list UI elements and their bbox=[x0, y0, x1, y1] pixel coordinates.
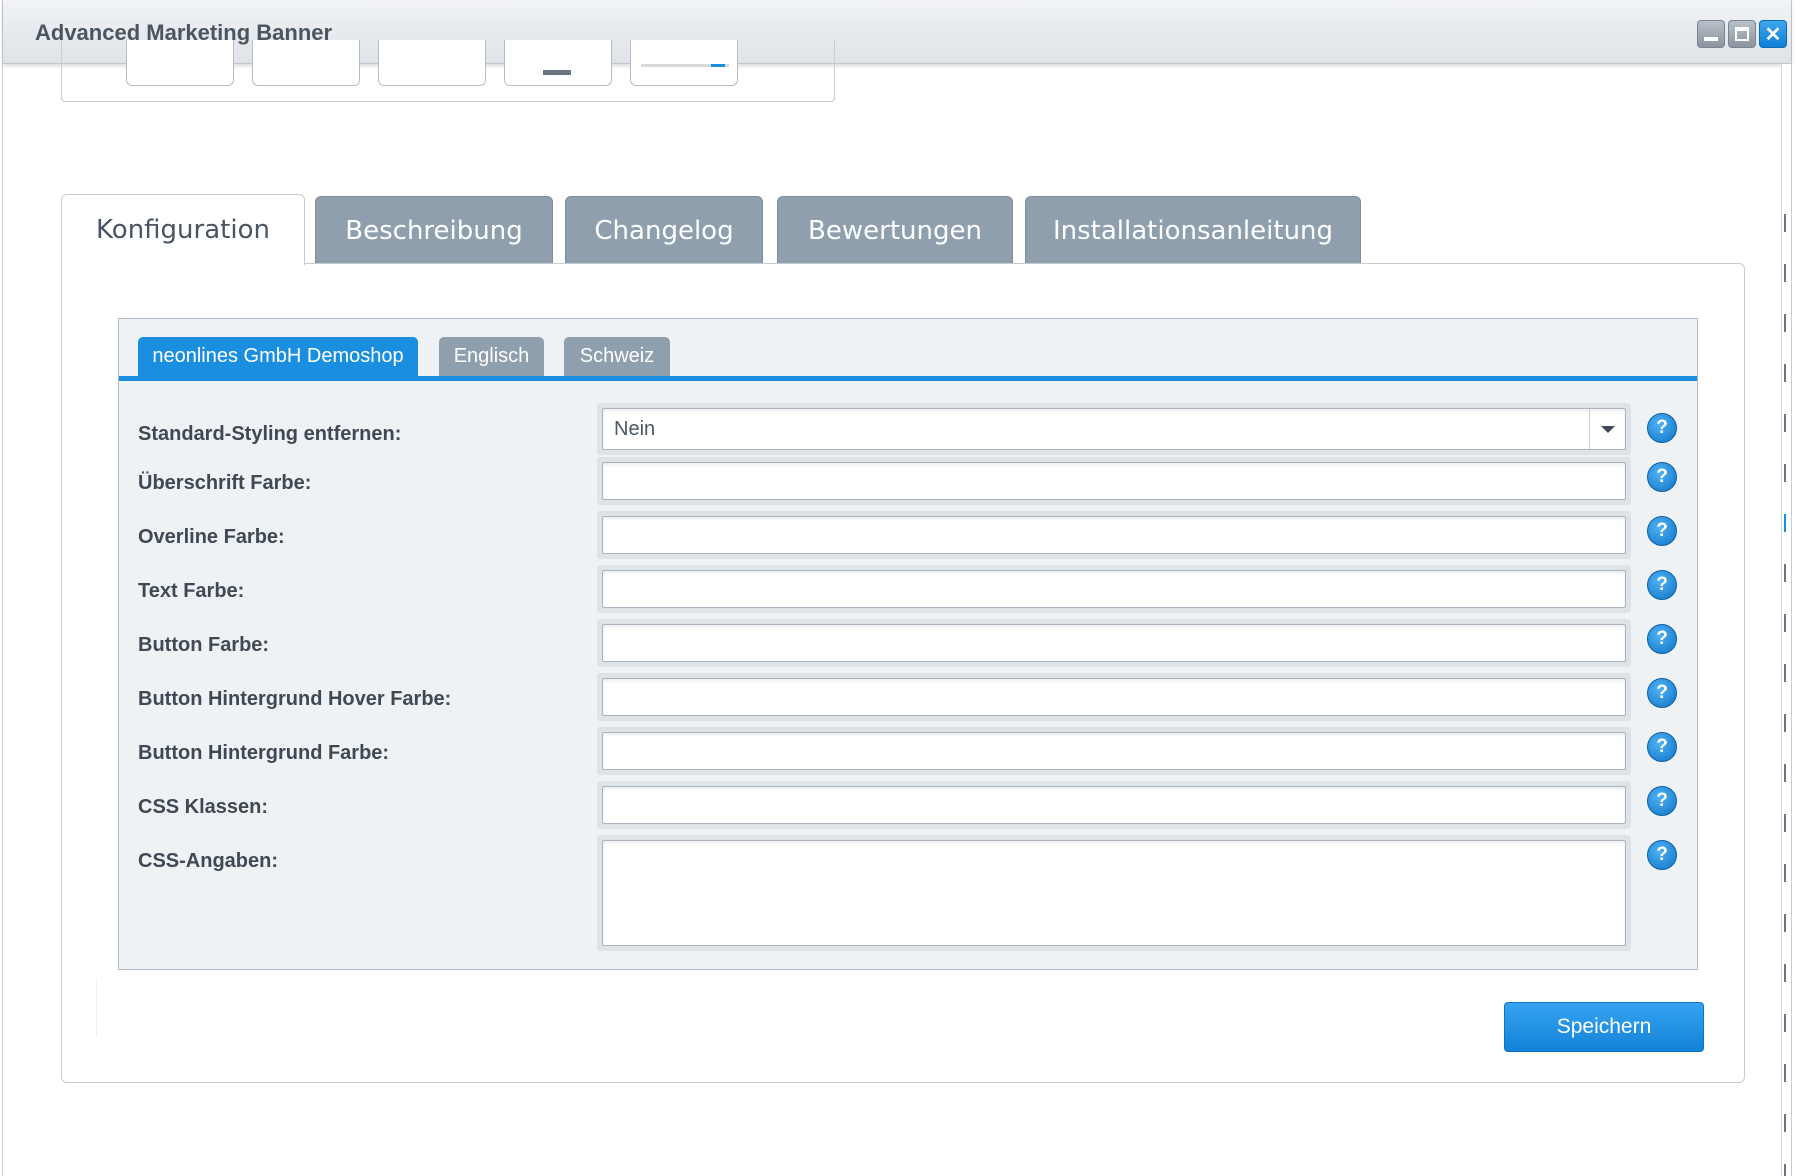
preview-thumbnail[interactable] bbox=[630, 40, 738, 86]
button-farbe-input[interactable] bbox=[602, 624, 1626, 662]
help-icon[interactable]: ? bbox=[1647, 678, 1677, 708]
config-content-panel: neonlines GmbH Demoshop Englisch Schweiz… bbox=[61, 263, 1745, 1083]
field-label: Button Hintergrund Farbe: bbox=[138, 742, 390, 764]
window-controls: ✕ bbox=[1697, 20, 1787, 48]
field-label: Standard-Styling entfernen: bbox=[138, 423, 402, 445]
overline-farbe-input[interactable] bbox=[602, 516, 1626, 554]
tab-bewertungen[interactable]: Bewertungen bbox=[777, 196, 1013, 264]
input-wrapper bbox=[597, 511, 1631, 559]
help-icon[interactable]: ? bbox=[1647, 516, 1677, 546]
shop-tab-label: neonlines GmbH Demoshop bbox=[152, 345, 404, 367]
minimize-icon[interactable] bbox=[1697, 20, 1725, 48]
text-farbe-input[interactable] bbox=[602, 570, 1626, 608]
maximize-icon[interactable] bbox=[1728, 20, 1756, 48]
preview-thumbnail[interactable] bbox=[252, 40, 360, 86]
background-page-edge bbox=[1781, 64, 1791, 1176]
shop-tab-label: Schweiz bbox=[579, 345, 655, 367]
shop-tab-demoshop[interactable]: neonlines GmbH Demoshop bbox=[138, 337, 418, 376]
help-icon[interactable]: ? bbox=[1647, 624, 1677, 654]
save-bar bbox=[96, 978, 1726, 1036]
button-hintergrund-hover-farbe-input[interactable] bbox=[602, 678, 1626, 716]
field-label: CSS Klassen: bbox=[138, 796, 269, 818]
tab-label: Konfiguration bbox=[96, 215, 270, 245]
field-label: Überschrift Farbe: bbox=[138, 472, 312, 494]
help-icon[interactable]: ? bbox=[1647, 840, 1677, 870]
tab-label: Beschreibung bbox=[345, 215, 523, 246]
tab-label: Changelog bbox=[594, 215, 734, 246]
input-wrapper bbox=[597, 727, 1631, 775]
input-wrapper bbox=[597, 565, 1631, 613]
input-wrapper bbox=[597, 781, 1631, 829]
preview-thumbnail[interactable] bbox=[504, 40, 612, 86]
input-wrapper bbox=[597, 457, 1631, 505]
help-icon[interactable]: ? bbox=[1647, 570, 1677, 600]
field-label: Text Farbe: bbox=[138, 580, 245, 602]
tab-changelog[interactable]: Changelog bbox=[565, 196, 763, 264]
tab-label: Installationsanleitung bbox=[1052, 215, 1334, 246]
tab-installationsanleitung[interactable]: Installationsanleitung bbox=[1025, 196, 1361, 264]
shop-tab-englisch[interactable]: Englisch bbox=[439, 337, 544, 376]
help-icon[interactable]: ? bbox=[1647, 786, 1677, 816]
textarea-wrapper bbox=[597, 835, 1631, 951]
chevron-down-icon[interactable] bbox=[1589, 409, 1625, 449]
shop-tab-label: Englisch bbox=[453, 345, 530, 367]
field-label: Button Hintergrund Hover Farbe: bbox=[138, 688, 452, 710]
select-wrapper: Nein bbox=[597, 403, 1631, 455]
preview-thumbnail[interactable] bbox=[126, 40, 234, 86]
help-icon[interactable]: ? bbox=[1647, 462, 1677, 492]
field-label: CSS-Angaben: bbox=[138, 850, 278, 872]
input-wrapper bbox=[597, 673, 1631, 721]
field-label: Overline Farbe: bbox=[138, 526, 285, 548]
plugin-window: Advanced Marketing Banner ✕ Konfiguratio… bbox=[2, 0, 1792, 1176]
save-button[interactable]: Speichern bbox=[1504, 1002, 1704, 1052]
tab-konfiguration[interactable]: Konfiguration bbox=[61, 194, 305, 265]
css-angaben-textarea[interactable] bbox=[602, 840, 1626, 946]
close-icon[interactable]: ✕ bbox=[1759, 20, 1787, 48]
field-label: Button Farbe: bbox=[138, 634, 270, 656]
banner-preview-panel bbox=[61, 40, 835, 102]
input-wrapper bbox=[597, 619, 1631, 667]
help-icon[interactable]: ? bbox=[1647, 732, 1677, 762]
button-hintergrund-farbe-input[interactable] bbox=[602, 732, 1626, 770]
standard-styling-select[interactable]: Nein bbox=[602, 408, 1626, 450]
shop-config-panel: neonlines GmbH Demoshop Englisch Schweiz… bbox=[118, 318, 1698, 970]
select-value: Nein bbox=[614, 417, 656, 440]
shop-tab-schweiz[interactable]: Schweiz bbox=[564, 337, 670, 376]
help-icon[interactable]: ? bbox=[1647, 413, 1677, 443]
ueberschrift-farbe-input[interactable] bbox=[602, 462, 1626, 500]
css-klassen-input[interactable] bbox=[602, 786, 1626, 824]
preview-thumbnail[interactable] bbox=[378, 40, 486, 86]
shop-tab-bar: neonlines GmbH Demoshop Englisch Schweiz bbox=[119, 319, 1697, 381]
tab-beschreibung[interactable]: Beschreibung bbox=[315, 196, 553, 264]
tab-label: Bewertungen bbox=[808, 215, 982, 246]
